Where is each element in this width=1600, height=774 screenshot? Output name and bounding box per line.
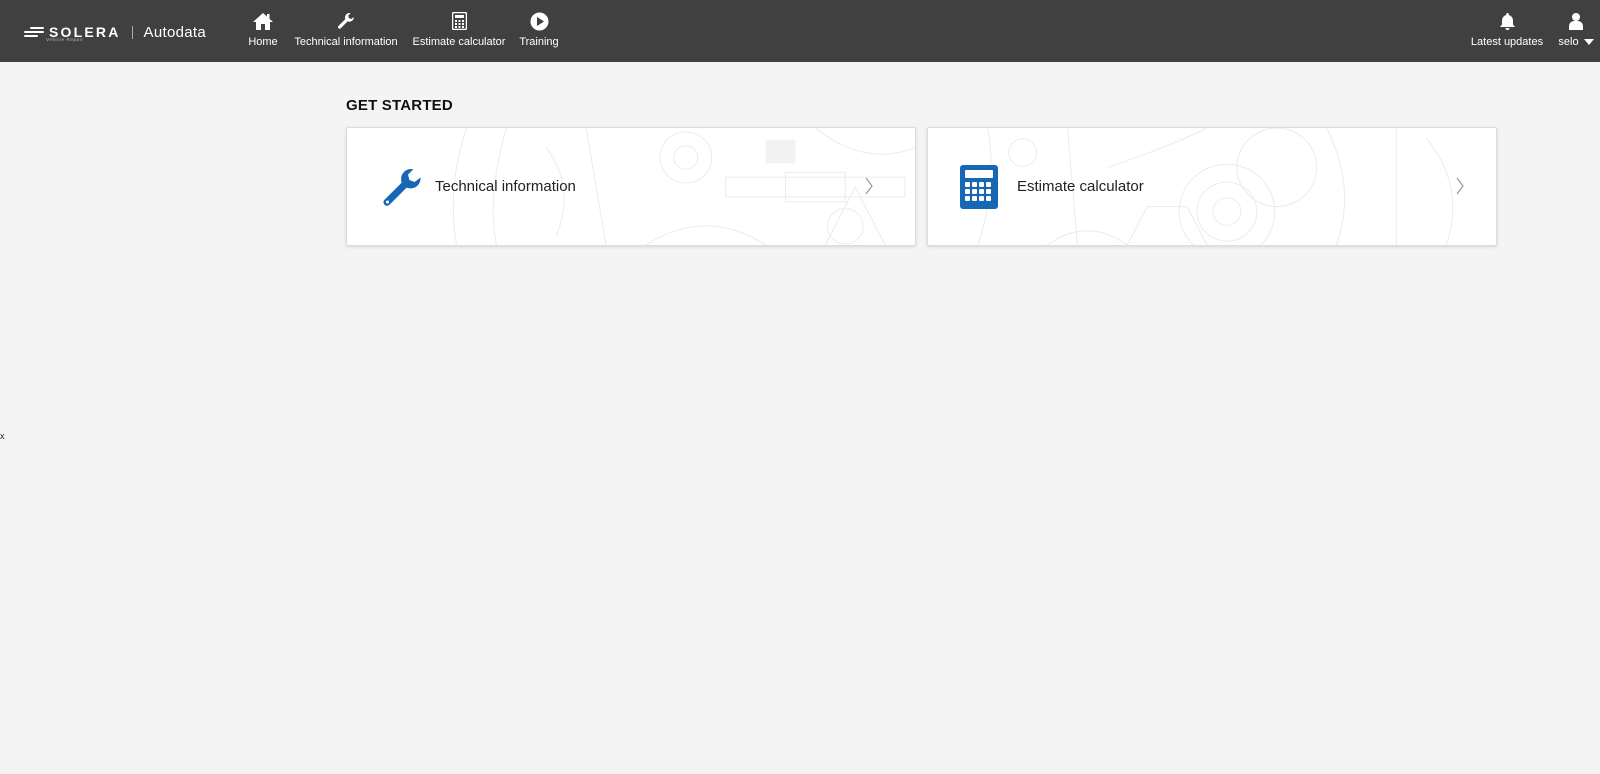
card-estimate-calculator[interactable]: Estimate calculator [927, 127, 1497, 246]
nav-label: Latest updates [1470, 36, 1544, 48]
home-icon [252, 11, 274, 31]
bell-icon [1496, 11, 1518, 31]
nav-latest-updates[interactable]: Latest updates [1471, 0, 1543, 62]
user-menu-label-row: selo [1558, 36, 1594, 48]
chevron-right-icon [1456, 177, 1464, 195]
calculator-icon [960, 165, 998, 209]
wrench-icon [335, 11, 357, 31]
brand-tagline: Vehicle Repair [46, 37, 84, 42]
nav-home[interactable]: Home [247, 0, 279, 62]
caret-down-icon [1583, 39, 1594, 45]
user-icon [1565, 11, 1587, 31]
product-name: Autodata [143, 23, 206, 41]
user-name: selo [1558, 36, 1579, 48]
stray-text: x [0, 431, 5, 441]
card-label: Technical information [435, 178, 576, 195]
solera-mark-icon [24, 25, 44, 39]
card-technical-information[interactable]: Technical information [346, 127, 916, 246]
wrench-icon [383, 169, 421, 206]
nav-label: Technical information [294, 36, 398, 48]
logo-divider [131, 25, 133, 39]
engine-parts-background [977, 128, 1454, 245]
chevron-right-icon [865, 177, 873, 195]
nav-training[interactable]: Training [519, 0, 559, 62]
nav-label: Estimate calculator [412, 36, 506, 48]
card-label: Estimate calculator [1017, 178, 1144, 195]
nav-label: Training [519, 36, 559, 48]
nav-estimate-calculator[interactable]: Estimate calculator [412, 0, 506, 62]
user-menu[interactable]: selo [1555, 0, 1597, 62]
nav-technical-information[interactable]: Technical information [293, 0, 399, 62]
nav-label: Home [248, 36, 278, 48]
calculator-icon [448, 11, 470, 31]
engine-parts-background [452, 128, 915, 245]
section-title: GET STARTED [346, 97, 453, 114]
solera-autodata-logo[interactable]: SOLERA Vehicle Repair Autodata [24, 22, 206, 42]
top-navigation-bar: SOLERA Vehicle Repair Autodata Home Tech… [0, 0, 1600, 62]
play-circle-icon [528, 11, 550, 31]
